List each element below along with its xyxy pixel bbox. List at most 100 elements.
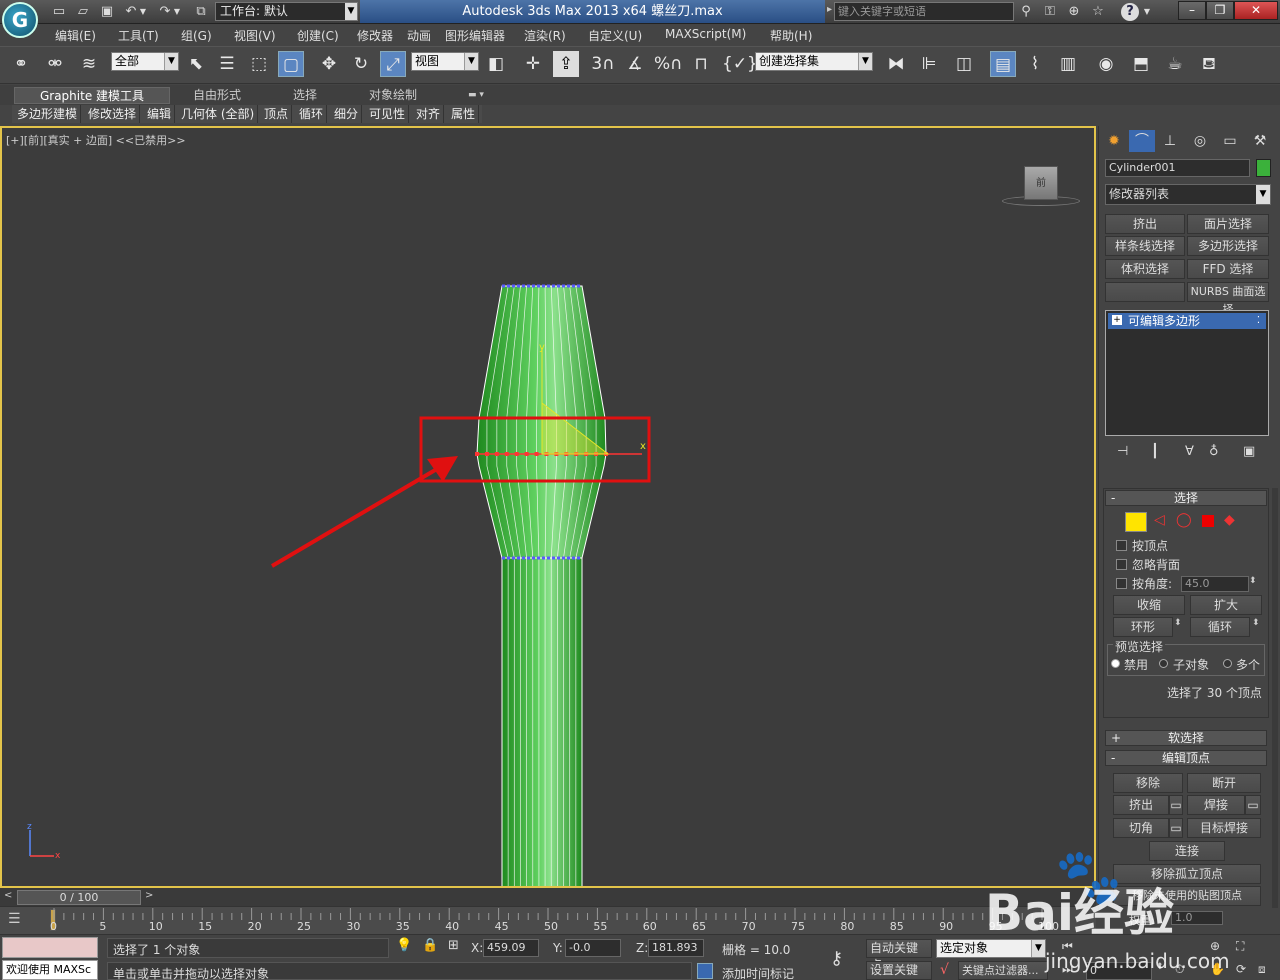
absolute-transform-icon[interactable]: ⊞	[448, 938, 459, 953]
time-slider-thumb[interactable]: 0 / 100	[17, 890, 141, 905]
ribbon-options-icon[interactable]: ▬ ▾	[462, 87, 490, 104]
ribbon-panel-visibility[interactable]: 可见性	[366, 105, 410, 123]
angle-spinner[interactable]: 45.0	[1181, 576, 1249, 592]
graphite-toggle-icon[interactable]: ▤	[990, 51, 1016, 77]
by-vertex-checkbox[interactable]	[1116, 540, 1127, 551]
angle-snap-icon[interactable]: ∡	[622, 51, 648, 77]
chamfer-settings-icon[interactable]: ▭	[1169, 818, 1183, 838]
search-expand-icon[interactable]: ▸	[827, 4, 832, 15]
ribbon-tab-graphite[interactable]: Graphite 建模工具	[14, 87, 170, 104]
material-editor-icon[interactable]: ◉	[1093, 51, 1119, 77]
snaps-toggle-icon[interactable]: 3∩	[590, 51, 616, 77]
edit-named-selection-icon[interactable]: {✓}	[722, 51, 758, 77]
open-mini-curve-editor-icon[interactable]: ☰	[8, 911, 21, 927]
modifier-list-dropdown[interactable]: 修改器列表 ▼	[1105, 184, 1271, 205]
render-production-icon[interactable]: ⛾	[1196, 51, 1222, 77]
select-scale-icon[interactable]: ⤢	[380, 51, 406, 77]
search-input[interactable]: 键入关键字或短语	[834, 2, 1014, 21]
save-file-icon[interactable]: ▣	[98, 3, 116, 21]
render-setup-icon[interactable]: ⬒	[1128, 51, 1154, 77]
vol-select-button[interactable]: 体积选择	[1105, 259, 1185, 279]
curve-editor-icon[interactable]: ⌇	[1022, 51, 1048, 77]
ribbon-panel-vertices[interactable]: 顶点	[261, 105, 293, 123]
empty-modifier-button[interactable]	[1105, 282, 1185, 302]
menu-modifiers[interactable]: 修改器	[357, 27, 393, 44]
rectangular-selection-icon[interactable]: ⬚	[246, 51, 272, 77]
set-key-button[interactable]: 设置关键点	[866, 961, 932, 980]
rendered-frame-icon[interactable]: ☕	[1162, 51, 1188, 77]
workspace-arrow-icon[interactable]: ▼	[345, 3, 357, 20]
screwdriver-mesh[interactable]: y x	[2, 128, 1094, 886]
maxscript-mini-listener[interactable]: 欢迎使用 MAXSc	[2, 960, 98, 980]
redo-dropdown-icon[interactable]: ▼	[172, 3, 182, 21]
ribbon-tab-freeform[interactable]: 自由形式	[187, 87, 247, 104]
auto-key-button[interactable]: 自动关键点	[866, 939, 932, 972]
manipulate-icon[interactable]: ✛	[520, 51, 546, 77]
spinner-arrows-icon[interactable]: ⬍	[1249, 576, 1257, 586]
extrude-modifier-button[interactable]: 挤出	[1105, 214, 1185, 234]
hierarchy-tab-icon[interactable]: ⊥	[1157, 130, 1183, 152]
modifier-stack[interactable]: + 可编辑多边形 ⁚	[1105, 310, 1269, 436]
spinner-snap-icon[interactable]: ⊓	[688, 51, 714, 77]
maxscript-listener-output[interactable]	[2, 937, 98, 958]
help-dropdown-icon[interactable]: ▼	[1142, 3, 1152, 21]
menu-graph-editors[interactable]: 图形编辑器	[445, 27, 505, 44]
break-vertex-button[interactable]: 断开	[1187, 773, 1261, 793]
close-button[interactable]: ✕	[1234, 1, 1278, 20]
menu-animation[interactable]: 动画	[407, 27, 431, 44]
key-icon[interactable]: ⚿	[1041, 3, 1059, 21]
undo-dropdown-icon[interactable]: ▼	[138, 3, 148, 21]
create-tab-icon[interactable]: ✹	[1101, 130, 1127, 152]
menu-group[interactable]: 组(G)	[181, 27, 212, 44]
new-file-icon[interactable]: ▭	[50, 3, 68, 21]
object-color-swatch[interactable]	[1256, 159, 1271, 177]
restore-button[interactable]: ❐	[1206, 1, 1234, 20]
expand-plus-icon[interactable]: +	[1112, 315, 1122, 325]
poly-select-button[interactable]: 多边形选择	[1187, 236, 1269, 256]
element-mode-icon[interactable]: ◆	[1224, 512, 1235, 528]
menu-tools[interactable]: 工具(T)	[118, 27, 159, 44]
menu-rendering[interactable]: 渲染(R)	[524, 27, 566, 44]
menu-create[interactable]: 创建(C)	[297, 27, 339, 44]
app-logo-icon[interactable]: G	[2, 2, 38, 38]
ribbon-panel-modify-selection[interactable]: 修改选择	[85, 105, 141, 123]
link-icon[interactable]: ⚭	[8, 51, 34, 77]
isolate-selection-icon[interactable]: 💡	[396, 938, 412, 953]
target-weld-button[interactable]: 目标焊接	[1187, 818, 1261, 838]
mirror-icon[interactable]: ⧓	[883, 51, 909, 77]
add-time-tag-button[interactable]: 添加时间标记	[722, 965, 794, 980]
weld-settings-icon[interactable]: ▭	[1245, 795, 1261, 815]
reference-coordinate-dropdown[interactable]: 视图 ▼	[411, 52, 479, 71]
time-slider[interactable]	[0, 888, 1096, 906]
x-coord-field[interactable]: 459.09	[483, 939, 539, 957]
select-object-icon[interactable]: ⬉	[183, 51, 209, 77]
time-prev-icon[interactable]: <	[4, 890, 12, 901]
set-keys-key-icon[interactable]: ⚷	[830, 948, 843, 969]
select-move-icon[interactable]: ✥	[316, 51, 342, 77]
window-crossing-icon[interactable]: ▢	[278, 51, 304, 77]
unlink-icon[interactable]: ⚮	[42, 51, 68, 77]
pivot-center-icon[interactable]: ◧	[483, 51, 509, 77]
menu-customize[interactable]: 自定义(U)	[588, 27, 642, 44]
motion-tab-icon[interactable]: ◎	[1187, 130, 1213, 152]
vertex-mode-icon[interactable]	[1125, 512, 1147, 532]
align-icon[interactable]: ⊫	[916, 51, 942, 77]
preview-multi-radio[interactable]	[1223, 659, 1232, 668]
border-mode-icon[interactable]: ◯	[1176, 512, 1192, 528]
layer-manager-icon[interactable]: ◫	[951, 51, 977, 77]
weld-vertex-button[interactable]: 焊接	[1187, 795, 1245, 815]
keyboard-shortcut-override-icon[interactable]: ⇪	[553, 51, 579, 77]
select-rotate-icon[interactable]: ↻	[348, 51, 374, 77]
front-viewport[interactable]: [+][前][真实 + 边面] <<已禁用>> 前 y x z x	[0, 126, 1096, 888]
edge-mode-icon[interactable]: ◁	[1154, 512, 1165, 528]
extrude-settings-icon[interactable]: ▭	[1169, 795, 1183, 815]
utilities-tab-icon[interactable]: ⚒	[1247, 130, 1273, 152]
named-selection-dropdown[interactable]: 创建选择集 ▼	[755, 52, 873, 71]
extrude-vertex-button[interactable]: 挤出	[1113, 795, 1169, 815]
preview-subobj-radio[interactable]	[1159, 659, 1168, 668]
ring-spinner-icon[interactable]: ⬍	[1174, 618, 1182, 628]
percent-snap-icon[interactable]: %∩	[654, 51, 683, 77]
ribbon-panel-properties[interactable]: 属性	[448, 105, 480, 123]
ignore-backface-checkbox[interactable]	[1116, 559, 1127, 570]
pin-stack-icon[interactable]: ⊣	[1117, 444, 1128, 459]
